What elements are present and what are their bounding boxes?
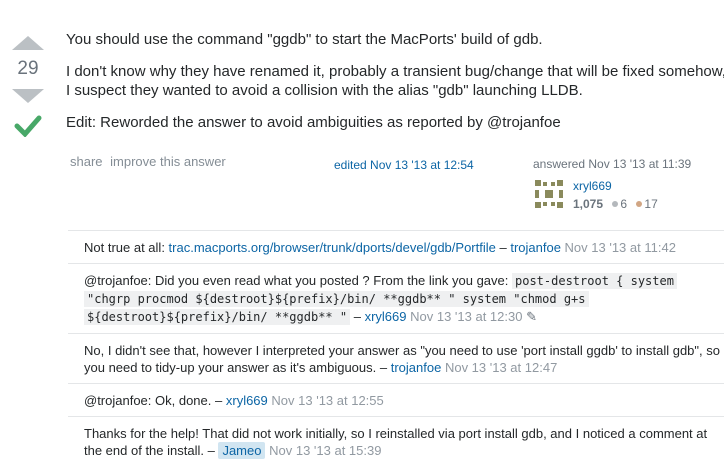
answer-paragraph: I don't know why they have renamed it, p… [66,62,724,100]
vote-count: 29 [17,58,39,79]
comment-date[interactable]: Nov 13 '13 at 11:42 [565,240,676,255]
bronze-badge-count: 17 [644,197,658,211]
vote-cell: 29 [10,36,46,142]
improve-answer-link[interactable]: improve this answer [110,154,226,169]
comment: @trojanfoe: Ok, done. – xryl669 Nov 13 '… [68,383,724,416]
comment-user[interactable]: xryl669 [226,393,268,408]
accepted-checkmark-icon [14,115,42,138]
bronze-badge-icon [636,201,643,207]
comment: No, I didn't see that, however I interpr… [68,333,724,383]
user-avatar[interactable] [533,178,565,210]
edited-timestamp[interactable]: edited Nov 13 '13 at 12:54 [334,158,474,172]
answered-timestamp: answered Nov 13 '13 at 11:39 [533,157,692,171]
comment-user[interactable]: trojanfoe [391,360,442,375]
comment-code: "chgrp procmod ${destroot}${prefix}/bin/… [84,291,589,307]
comment-date[interactable]: Nov 13 '13 at 12:55 [271,393,383,408]
silver-badge-count: 6 [620,197,628,211]
reputation-score: 1,075 [573,197,604,211]
comment-user[interactable]: trojanfoe [510,240,561,255]
comment: @trojanfoe: Did you even read what you p… [68,263,724,333]
upvote-arrow-icon[interactable] [12,36,44,50]
answer-body: You should use the command "ggdb" to sta… [66,30,724,144]
answer-paragraph: You should use the command "ggdb" to sta… [66,31,543,48]
pencil-icon: ✎ [526,309,537,324]
comment-date[interactable]: Nov 13 '13 at 12:30 [410,309,522,324]
comment-user[interactable]: xryl669 [365,309,407,324]
post-menu: share improve this answer [70,154,230,169]
comment-code: post-destroot { system [512,273,677,289]
answerer-username[interactable]: xryl669 [573,179,612,193]
share-link[interactable]: share [70,154,103,169]
answer-paragraph: Edit: Reworded the answer to avoid ambig… [66,113,561,131]
comment-date[interactable]: Nov 13 '13 at 15:39 [269,443,381,458]
comments-list: Not true at all: trac.macports.org/brows… [68,230,724,466]
comment-link[interactable]: trac.macports.org/browser/trunk/dports/d… [169,240,496,255]
comment-date[interactable]: Nov 13 '13 at 12:47 [445,360,557,375]
user-reputation: 1,075 6 17 [573,197,658,211]
silver-badge-icon [612,201,619,207]
downvote-arrow-icon[interactable] [12,89,44,103]
comment: Not true at all: trac.macports.org/brows… [68,230,724,263]
comment: Thanks for the help! That did not work i… [68,416,724,466]
comment-code: ${destroot}${prefix}/bin/ **ggdb** " [84,309,351,325]
